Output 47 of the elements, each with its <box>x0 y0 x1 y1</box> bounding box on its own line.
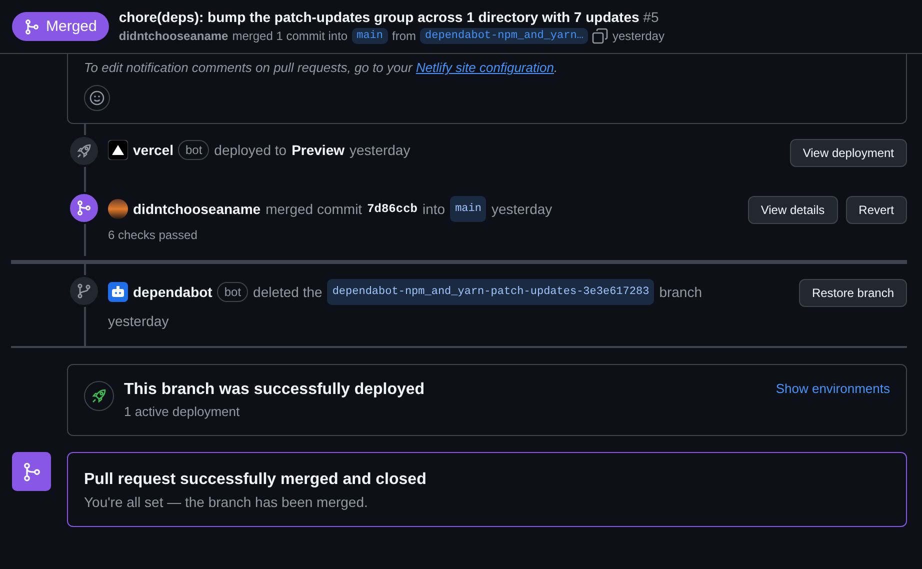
bot-avatar[interactable] <box>108 282 128 302</box>
deployment-count: 1 active deployment <box>124 404 241 419</box>
commit-link[interactable]: 7d86ccb <box>367 198 418 220</box>
branch-name: dependabot-npm_and_yarn-patch-updates-3e3e617283 <box>327 279 654 305</box>
event-text: into <box>422 200 446 219</box>
author-link[interactable]: didntchooseaname <box>118 29 228 43</box>
merged-message: You're all set — the branch has been merged. <box>84 494 369 510</box>
base-branch[interactable]: main <box>352 28 388 44</box>
environment-name[interactable]: Preview <box>292 139 345 161</box>
rocket-icon <box>84 381 114 411</box>
bot-label: bot <box>178 140 210 160</box>
event-action-button[interactable]: View details <box>748 196 838 224</box>
smiley-icon <box>89 90 105 106</box>
actor-link[interactable]: vercel <box>133 139 174 161</box>
event-text: yesterday <box>491 200 552 219</box>
merged-state-label: Merged <box>12 12 109 41</box>
add-reaction-button[interactable] <box>84 85 110 111</box>
event-text: branch <box>659 283 702 302</box>
event-action-button[interactable]: Restore branch <box>798 279 907 307</box>
branch-name: main <box>450 196 486 222</box>
copy-icon[interactable] <box>592 28 608 44</box>
pr-title: chore(deps): bump the patch-updates group across 1 directory with 7 updates <box>118 9 640 25</box>
user-avatar[interactable] <box>108 199 128 219</box>
merge-icon <box>24 18 40 34</box>
merge-icon <box>12 452 51 491</box>
checks-status[interactable]: 6 checks passed <box>108 228 740 242</box>
actor-link[interactable]: dependabot <box>133 281 212 303</box>
timestamp: yesterday <box>612 29 664 43</box>
comment-text: To edit notification comments on pull requests, go to your Netlify site configuration. <box>84 60 558 75</box>
event-text: yesterday <box>350 141 410 160</box>
event-text: deployed to <box>214 141 287 160</box>
show-environments-link[interactable]: Show environments <box>776 381 890 396</box>
actor-link[interactable]: didntchooseaname <box>133 198 261 220</box>
vercel-avatar[interactable] <box>108 140 128 160</box>
event-action-button[interactable]: View deployment <box>790 139 907 167</box>
event-action-button[interactable]: Revert <box>846 196 907 224</box>
event-text: deleted the <box>253 283 322 302</box>
pr-number: #5 <box>643 9 659 25</box>
from-label: from <box>392 29 416 43</box>
merged-title: Pull request successfully merged and closed <box>84 471 428 489</box>
event-text: yesterday <box>108 312 169 331</box>
netlify-config-link[interactable]: Netlify site configuration <box>416 60 554 75</box>
deployment-title: This branch was successfully deployed <box>124 381 426 399</box>
event-text: merged commit <box>266 200 362 219</box>
head-branch[interactable]: dependabot-npm_and_yarn… <box>420 28 588 44</box>
bot-label: bot <box>217 282 248 302</box>
merge-summary: merged 1 commit into <box>232 29 348 43</box>
